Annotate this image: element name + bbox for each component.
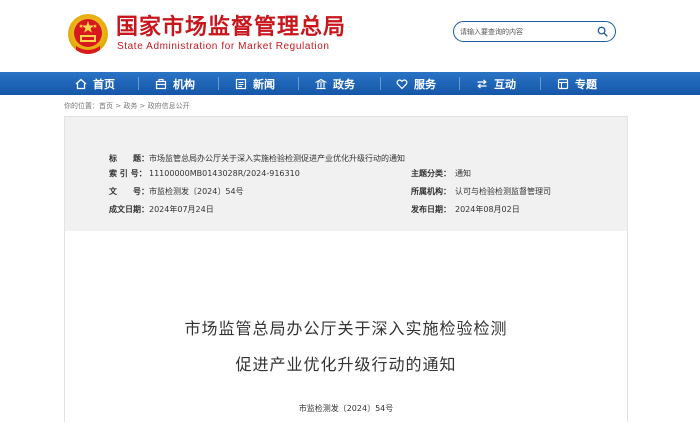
site-title-english: State Administration for Market Regulati… [117, 41, 330, 52]
interact-icon [477, 79, 487, 88]
meta-label: 所属机构： [411, 187, 451, 196]
breadcrumb-separator: > [137, 102, 148, 110]
nav-item-home[interactable]: 首页 [75, 72, 115, 95]
meta-label: 索 引 号： [109, 169, 147, 178]
breadcrumb-separator: > [113, 102, 124, 110]
meta-row-category: 主题分类： 通知 [411, 168, 471, 180]
breadcrumb-link-disclosure[interactable]: 政府信息公开 [148, 102, 190, 110]
site-title[interactable]: 国家市场监督管理总局 [116, 15, 346, 41]
search-input[interactable] [460, 24, 592, 39]
meta-value: 2024年07月24日 [149, 205, 214, 214]
nav-item-topic[interactable]: 专题 [557, 72, 597, 95]
meta-label: 标 题： [109, 154, 149, 163]
government-icon [315, 78, 327, 89]
document-title-line-1: 市场监管总局办公厅关于深入实施检验检测 [184, 319, 508, 338]
nav-item-service[interactable]: 服务 [396, 72, 436, 95]
meta-value: 市监检测发〔2024〕54号 [149, 187, 244, 196]
nav-item-news[interactable]: 新闻 [235, 72, 275, 95]
meta-label: 成文日期： [109, 205, 149, 214]
org-icon [155, 78, 167, 89]
national-emblem-icon[interactable] [66, 12, 110, 58]
breadcrumb: 你的位置：首页 > 政务 > 政府信息公开 [64, 101, 190, 111]
meta-row-index: 索 引 号： 11100000MB0143028R/2024-916310 [109, 168, 300, 180]
nav-item-organization[interactable]: 机构 [155, 72, 195, 95]
breadcrumb-link-government[interactable]: 政务 [123, 102, 137, 110]
search-icon[interactable] [597, 26, 608, 37]
meta-label: 发布日期： [411, 205, 451, 214]
nav-label: 互动 [494, 77, 516, 91]
nav-divider [218, 77, 219, 90]
meta-row-organization: 所属机构： 认可与检验检测监督管理司 [411, 186, 551, 198]
nav-label: 机构 [173, 77, 195, 91]
search-box [453, 21, 616, 42]
main-nav: 首页 机构 新闻 政务 服务 互动 专题 [0, 72, 700, 95]
nav-item-government[interactable]: 政务 [315, 72, 355, 95]
document-metadata: 标 题：市场监管总局办公厅关于深入实施检验检测促进产业优化升级行动的通知 索 引… [65, 117, 627, 231]
nav-item-interaction[interactable]: 互动 [476, 72, 516, 95]
document-title-line-2: 促进产业优化升级行动的通知 [235, 355, 457, 374]
meta-label: 主题分类： [411, 169, 451, 178]
nav-divider [459, 77, 460, 90]
meta-value: 11100000MB0143028R/2024-916310 [149, 169, 300, 178]
nav-divider [380, 77, 381, 90]
heart-icon [396, 78, 408, 89]
nav-divider [298, 77, 299, 90]
article-panel: 标 题：市场监管总局办公厅关于深入实施检验检测促进产业优化升级行动的通知 索 引… [64, 116, 628, 422]
topic-icon [557, 78, 569, 89]
home-icon [75, 78, 87, 89]
breadcrumb-link-home[interactable]: 首页 [99, 102, 113, 110]
breadcrumb-prefix: 你的位置： [64, 102, 99, 110]
meta-value: 认可与检验检测监督管理司 [455, 187, 551, 196]
nav-label: 服务 [414, 77, 436, 91]
meta-row-docno: 文 号：市监检测发〔2024〕54号 [109, 186, 244, 198]
meta-row-written-date: 成文日期：2024年07月24日 [109, 204, 214, 216]
meta-value: 通知 [455, 169, 471, 178]
nav-label: 专题 [575, 77, 597, 91]
meta-value: 市场监管总局办公厅关于深入实施检验检测促进产业优化升级行动的通知 [149, 154, 405, 163]
site-header: 国家市场监督管理总局 State Administration for Mark… [0, 0, 700, 70]
meta-row-publish-date: 发布日期： 2024年08月02日 [411, 204, 520, 216]
nav-label: 政务 [333, 77, 355, 91]
nav-label: 首页 [93, 77, 115, 91]
nav-divider [540, 77, 541, 90]
document-number: 市监检测发〔2024〕54号 [298, 404, 394, 413]
news-icon [235, 78, 247, 89]
meta-value: 2024年08月02日 [455, 205, 520, 214]
nav-divider [138, 77, 139, 90]
meta-row-title: 标 题：市场监管总局办公厅关于深入实施检验检测促进产业优化升级行动的通知 [109, 153, 405, 165]
meta-label: 文 号： [109, 187, 149, 196]
nav-label: 新闻 [253, 77, 275, 91]
